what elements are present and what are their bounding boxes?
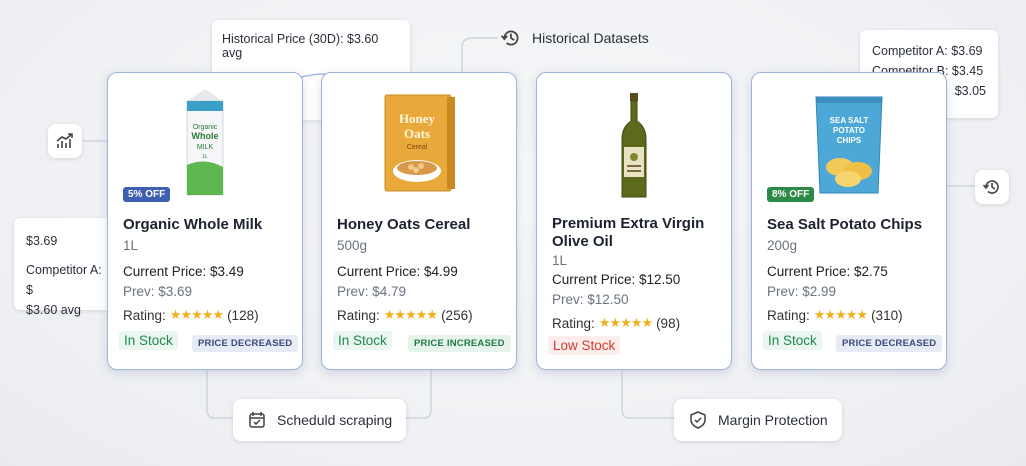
rating-label: Rating: [767, 307, 810, 323]
product-card-chips[interactable]: SEA SALT POTATO CHIPS 8% OFF Sea Salt Po… [751, 72, 947, 370]
discount-badge: 5% OFF [123, 187, 171, 202]
left-competitor: Competitor A: $ [26, 263, 102, 297]
rating: Rating: ★★★★★ (128) [123, 307, 259, 323]
stock-status: In Stock [763, 331, 822, 350]
star-icons: ★★★★★ [598, 315, 653, 330]
svg-text:Cereal: Cereal [407, 144, 428, 151]
rating-label: Rating: [552, 315, 595, 331]
svg-text:1L: 1L [202, 154, 208, 160]
price-change-tag: PRICE DECREASED [836, 335, 943, 352]
current-price: Current Price: $4.99 [337, 264, 458, 279]
discount-badge: 8% OFF [767, 187, 815, 202]
svg-text:Organic: Organic [193, 124, 218, 131]
history-icon [500, 30, 519, 46]
stock-status: In Stock [119, 331, 178, 350]
product-card-milk[interactable]: Organic Whole MILK 1L 5% OFF Organic Who… [107, 72, 303, 370]
product-name: Organic Whole Milk [123, 216, 263, 233]
cereal-box-image: Honey Oats Cereal [381, 91, 457, 200]
history-icon [982, 180, 999, 194]
product-size: 200g [767, 238, 798, 253]
left-avg: $3.60 avg [26, 303, 81, 317]
rating-count: (310) [871, 307, 903, 323]
historical-price-text: Historical Price (30D): $3.60 avg [222, 32, 379, 60]
schedule-scraping-chip[interactable]: Scheduld scraping [233, 399, 407, 441]
left-price-tooltip: $3.69 Competitor A: $ $3.60 avg [14, 218, 114, 317]
svg-text:MILK: MILK [197, 144, 214, 151]
competitor-a: Competitor A: $3.69 [872, 44, 983, 58]
calendar-check-icon [249, 412, 265, 428]
rating-label: Rating: [337, 307, 380, 323]
star-icons: ★★★★★ [169, 307, 224, 322]
star-icons: ★★★★★ [383, 307, 438, 322]
margin-protection-label: Margin Protection [718, 412, 828, 428]
olive-oil-bottle-image [614, 91, 654, 206]
product-size: 1L [123, 238, 139, 253]
historical-datasets-label: Historical Datasets [532, 30, 649, 46]
historical-datasets-chip[interactable]: Historical Datasets [496, 22, 653, 54]
milk-carton-image: Organic Whole MILK 1L [175, 87, 235, 202]
current-price: Current Price: $2.75 [767, 264, 888, 279]
stock-status: In Stock [333, 331, 392, 350]
trend-up-icon [56, 133, 73, 148]
product-card-cereal[interactable]: Honey Oats Cereal Honey Oats Cereal 500g… [321, 72, 517, 370]
price-change-tag: PRICE DECREASED [192, 335, 299, 352]
product-name: Sea Salt Potato Chips [767, 216, 923, 233]
previous-price: Prev: $2.99 [767, 284, 837, 299]
rating-label: Rating: [123, 307, 166, 323]
product-card-olive-oil[interactable]: Premium Extra Virgin Olive Oil 1L Curren… [536, 72, 732, 370]
schedule-scraping-label: Scheduld scraping [277, 412, 393, 428]
product-name: Honey Oats Cereal [337, 216, 471, 233]
product-size: 500g [337, 238, 368, 253]
previous-price: Prev: $4.79 [337, 284, 407, 299]
stock-status: Low Stock [548, 336, 621, 355]
shield-check-icon [690, 411, 706, 429]
rating: Rating: ★★★★★ (310) [767, 307, 903, 323]
rating: Rating: ★★★★★ (98) [552, 315, 680, 331]
margin-protection-chip[interactable]: Margin Protection [674, 399, 842, 441]
previous-price: Prev: $12.50 [552, 292, 629, 307]
rating: Rating: ★★★★★ (256) [337, 307, 473, 323]
rating-count: (128) [227, 307, 259, 323]
svg-text:POTATO: POTATO [833, 126, 865, 135]
svg-text:Whole: Whole [192, 131, 219, 141]
chips-bag-image: SEA SALT POTATO CHIPS [810, 93, 888, 202]
svg-text:SEA SALT: SEA SALT [830, 116, 869, 125]
product-name: Premium Extra Virgin Olive Oil [552, 215, 705, 250]
svg-text:Oats: Oats [404, 126, 430, 141]
current-price: Current Price: $3.49 [123, 264, 244, 279]
price-change-tag: PRICE INCREASED [408, 335, 511, 352]
svg-text:CHIPS: CHIPS [837, 136, 862, 145]
star-icons: ★★★★★ [813, 307, 868, 322]
previous-price: Prev: $3.69 [123, 284, 193, 299]
rating-count: (256) [441, 307, 473, 323]
product-size: 1L [552, 253, 568, 268]
history-icon-box[interactable] [975, 170, 1009, 204]
left-price: $3.69 [26, 234, 58, 248]
rating-count: (98) [656, 315, 681, 331]
current-price: Current Price: $12.50 [552, 272, 681, 287]
svg-text:Honey: Honey [399, 111, 436, 126]
trend-icon-box[interactable] [48, 124, 82, 158]
